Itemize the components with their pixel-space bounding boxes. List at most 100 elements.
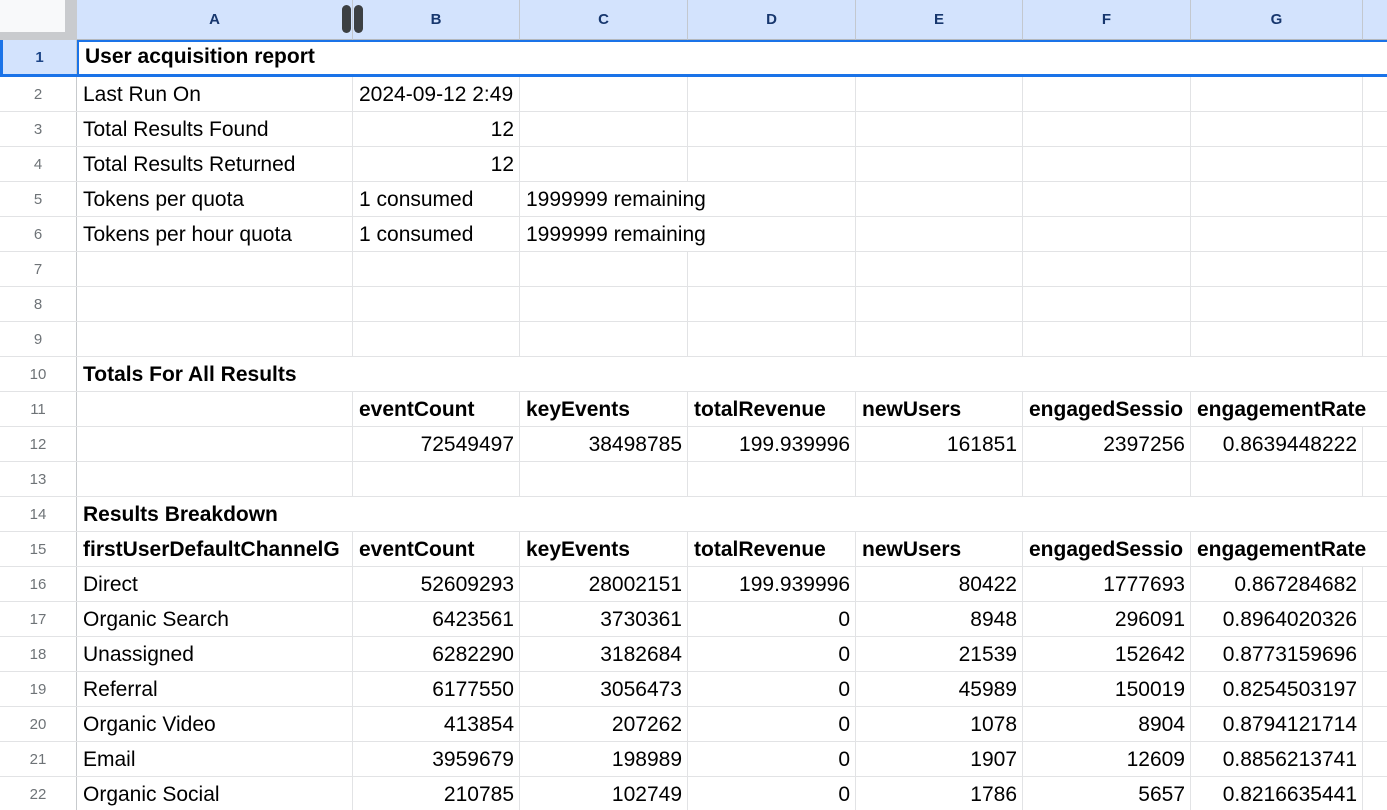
cell-A22[interactable]: Organic Social — [77, 777, 353, 810]
cell-H2[interactable] — [1363, 77, 1387, 111]
cell-B19[interactable]: 6177550 — [353, 672, 520, 706]
cell-C17[interactable]: 3730361 — [520, 602, 688, 636]
cell-C21[interactable]: 198989 — [520, 742, 688, 776]
column-resize-handle-icon[interactable] — [342, 5, 363, 33]
cell-C16[interactable]: 28002151 — [520, 567, 688, 601]
cell-C2[interactable] — [520, 77, 688, 111]
cell-D15[interactable]: totalRevenue — [688, 532, 856, 566]
cell-A13[interactable] — [77, 462, 353, 496]
row-header-3[interactable]: 3 — [0, 112, 77, 146]
cell-C19[interactable]: 3056473 — [520, 672, 688, 706]
cell-H19[interactable] — [1363, 672, 1387, 706]
cell-C13[interactable] — [520, 462, 688, 496]
cell-A16[interactable]: Direct — [77, 567, 353, 601]
cell-H22[interactable] — [1363, 777, 1387, 810]
row-header-20[interactable]: 20 — [0, 707, 77, 741]
cell-E13[interactable] — [856, 462, 1023, 496]
cell-D17[interactable]: 0 — [688, 602, 856, 636]
row-header-6[interactable]: 6 — [0, 217, 77, 251]
cell-E17[interactable]: 8948 — [856, 602, 1023, 636]
cell-D9[interactable] — [688, 322, 856, 356]
cell-B16[interactable]: 52609293 — [353, 567, 520, 601]
cell-C7[interactable] — [520, 252, 688, 286]
cell-D12[interactable]: 199.939996 — [688, 427, 856, 461]
cell-C9[interactable] — [520, 322, 688, 356]
cell-F20[interactable]: 8904 — [1023, 707, 1191, 741]
cell-G18[interactable]: 0.8773159696 — [1191, 637, 1363, 671]
cell-F3[interactable] — [1023, 112, 1191, 146]
row-header-11[interactable]: 11 — [0, 392, 77, 426]
row-header-1[interactable]: 1 — [0, 40, 77, 74]
cell-B15[interactable]: eventCount — [353, 532, 520, 566]
cell-C5[interactable]: 1999999 remaining — [520, 182, 856, 216]
cell-B5[interactable]: 1 consumed — [353, 182, 520, 216]
cell-H6[interactable] — [1363, 217, 1387, 251]
cell-F21[interactable]: 12609 — [1023, 742, 1191, 776]
cell-B11[interactable]: eventCount — [353, 392, 520, 426]
cell-D2[interactable] — [688, 77, 856, 111]
cell-B21[interactable]: 3959679 — [353, 742, 520, 776]
cell-D3[interactable] — [688, 112, 856, 146]
cell-A11[interactable] — [77, 392, 353, 426]
cell-H13[interactable] — [1363, 462, 1387, 496]
cell-B22[interactable]: 210785 — [353, 777, 520, 810]
cell-E6[interactable] — [856, 217, 1023, 251]
cell-D16[interactable]: 199.939996 — [688, 567, 856, 601]
cell-F16[interactable]: 1777693 — [1023, 567, 1191, 601]
cell-F15[interactable]: engagedSessio — [1023, 532, 1191, 566]
row-header-19[interactable]: 19 — [0, 672, 77, 706]
cell-C15[interactable]: keyEvents — [520, 532, 688, 566]
cell-E4[interactable] — [856, 147, 1023, 181]
cell-E21[interactable]: 1907 — [856, 742, 1023, 776]
cell-F7[interactable] — [1023, 252, 1191, 286]
row-header-18[interactable]: 18 — [0, 637, 77, 671]
column-header-E[interactable]: E — [856, 0, 1023, 40]
cell-A18[interactable]: Unassigned — [77, 637, 353, 671]
cell-A19[interactable]: Referral — [77, 672, 353, 706]
cell-H17[interactable] — [1363, 602, 1387, 636]
cell-B9[interactable] — [353, 322, 520, 356]
cell-G3[interactable] — [1191, 112, 1363, 146]
cell-A4[interactable]: Total Results Returned — [77, 147, 353, 181]
cell-D18[interactable]: 0 — [688, 637, 856, 671]
cell-G6[interactable] — [1191, 217, 1363, 251]
cell-C4[interactable] — [520, 147, 688, 181]
column-header-A[interactable]: A — [77, 0, 353, 40]
cell-A6[interactable]: Tokens per hour quota — [77, 217, 353, 251]
cell-G4[interactable] — [1191, 147, 1363, 181]
cell-G13[interactable] — [1191, 462, 1363, 496]
cell-E8[interactable] — [856, 287, 1023, 321]
cell-G16[interactable]: 0.867284682 — [1191, 567, 1363, 601]
cell-G22[interactable]: 0.8216635441 — [1191, 777, 1363, 810]
cell-H9[interactable] — [1363, 322, 1387, 356]
cell-A5[interactable]: Tokens per quota — [77, 182, 353, 216]
cell-E2[interactable] — [856, 77, 1023, 111]
cell-H18[interactable] — [1363, 637, 1387, 671]
column-header-D[interactable]: D — [688, 0, 856, 40]
cell-C20[interactable]: 207262 — [520, 707, 688, 741]
cell-D19[interactable]: 0 — [688, 672, 856, 706]
cell-F11[interactable]: engagedSessio — [1023, 392, 1191, 426]
cell-H20[interactable] — [1363, 707, 1387, 741]
row-header-4[interactable]: 4 — [0, 147, 77, 181]
cell-G21[interactable]: 0.8856213741 — [1191, 742, 1363, 776]
cell-H8[interactable] — [1363, 287, 1387, 321]
cell-D21[interactable]: 0 — [688, 742, 856, 776]
row-header-9[interactable]: 9 — [0, 322, 77, 356]
cell-F2[interactable] — [1023, 77, 1191, 111]
cell-H21[interactable] — [1363, 742, 1387, 776]
row-header-13[interactable]: 13 — [0, 462, 77, 496]
cell-G12[interactable]: 0.8639448222 — [1191, 427, 1363, 461]
cell-A12[interactable] — [77, 427, 353, 461]
cell-H16[interactable] — [1363, 567, 1387, 601]
cell-A17[interactable]: Organic Search — [77, 602, 353, 636]
cell-G5[interactable] — [1191, 182, 1363, 216]
cell-F17[interactable]: 296091 — [1023, 602, 1191, 636]
cell-B6[interactable]: 1 consumed — [353, 217, 520, 251]
row-header-22[interactable]: 22 — [0, 777, 77, 810]
row-header-17[interactable]: 17 — [0, 602, 77, 636]
cell-C22[interactable]: 102749 — [520, 777, 688, 810]
cell-H7[interactable] — [1363, 252, 1387, 286]
cell-C3[interactable] — [520, 112, 688, 146]
cell-A21[interactable]: Email — [77, 742, 353, 776]
